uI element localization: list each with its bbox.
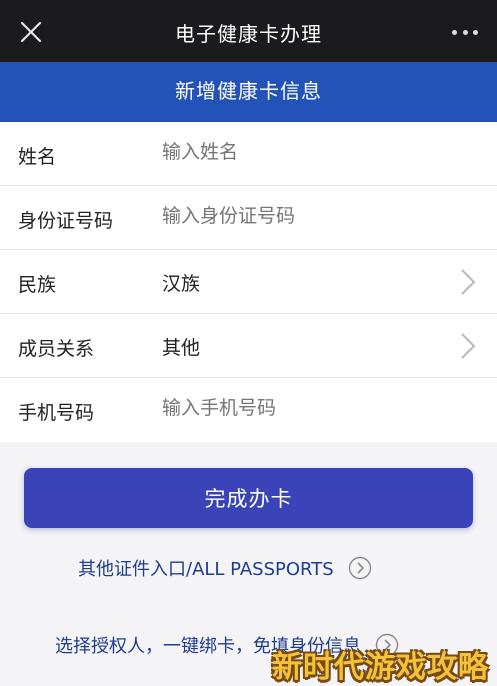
relationship-value: 其他	[162, 337, 201, 359]
phone-input[interactable]	[162, 397, 462, 419]
other-passports-link[interactable]: 其他证件入口/ALL PASSPORTS	[78, 555, 372, 581]
relationship-row[interactable]: 成员关系 其他	[0, 314, 497, 378]
dot	[473, 29, 478, 35]
title-bar: 电子健康卡办理	[0, 0, 497, 62]
chevron-right-icon	[461, 333, 476, 359]
name-row: 姓名	[0, 122, 497, 186]
watermark: 新时代游戏攻略	[272, 650, 489, 685]
id-number-label: 身份证号码	[18, 210, 114, 232]
circle-arrow-right-icon	[348, 556, 371, 580]
health-card-form: 姓名 身份证号码 民族 汉族 成员关系 其他 手机号码	[0, 122, 497, 442]
dot	[452, 29, 457, 35]
other-passports-label: 其他证件入口/ALL PASSPORTS	[78, 559, 334, 580]
more-dots-icon[interactable]	[447, 15, 483, 49]
dot	[462, 29, 468, 35]
ethnicity-row[interactable]: 民族 汉族	[0, 250, 497, 314]
ethnicity-label: 民族	[18, 274, 57, 296]
id-number-input[interactable]	[162, 205, 462, 227]
id-number-row: 身份证号码	[0, 186, 497, 250]
phone-row: 手机号码	[0, 378, 497, 442]
chevron-right-icon	[461, 269, 476, 295]
section-banner: 新增健康卡信息	[0, 62, 497, 122]
phone-label: 手机号码	[18, 402, 95, 424]
complete-card-button[interactable]: 完成办卡	[24, 468, 473, 528]
relationship-label: 成员关系	[18, 338, 95, 360]
page-title: 电子健康卡办理	[175, 22, 322, 46]
name-label: 姓名	[18, 146, 57, 168]
ethnicity-value: 汉族	[162, 273, 201, 295]
name-input[interactable]	[162, 141, 462, 163]
